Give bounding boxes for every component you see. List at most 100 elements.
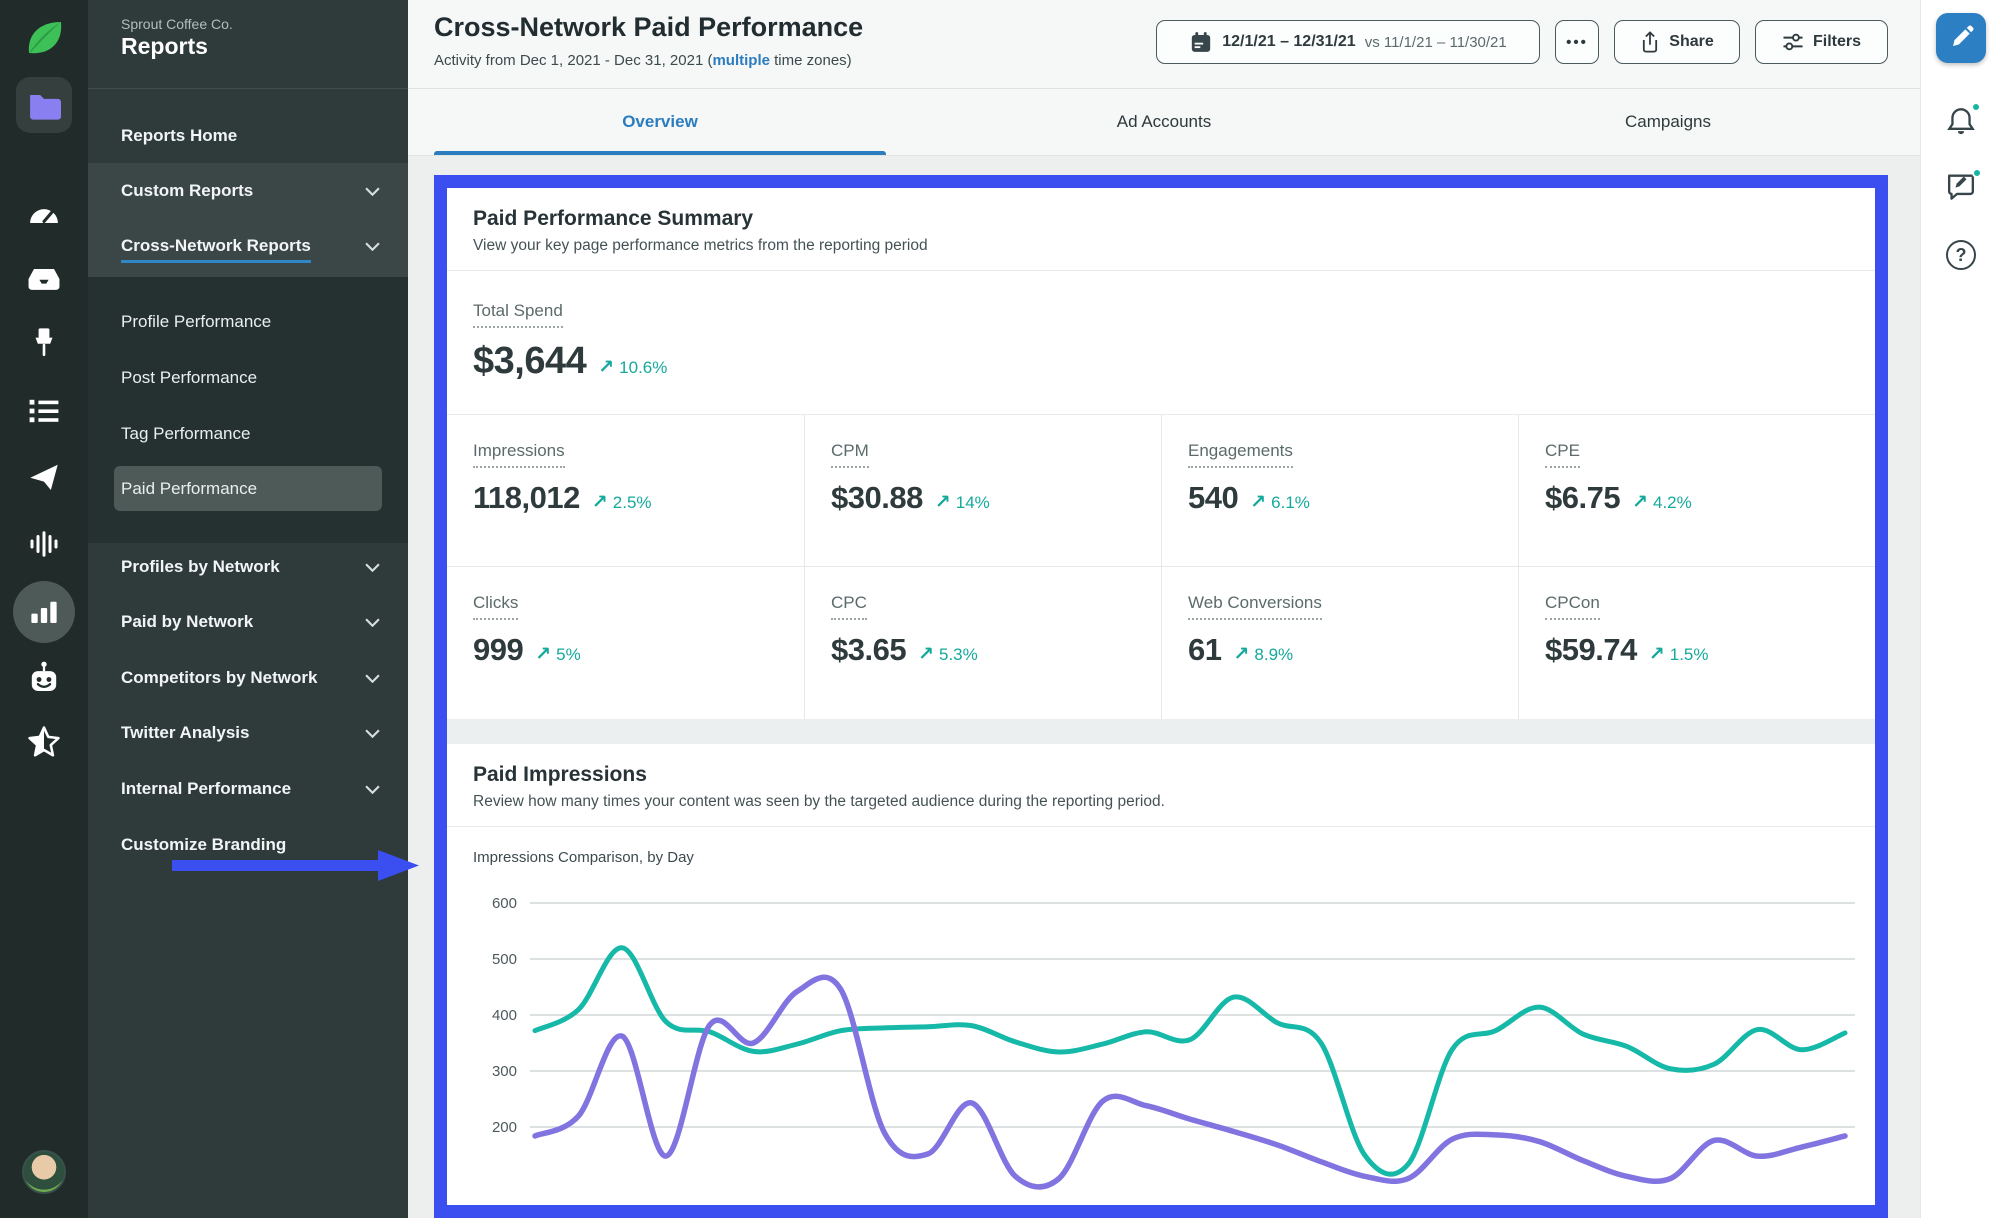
reports-nav-folder[interactable] [0, 76, 88, 134]
sidebar-item-profiles-by-network[interactable]: Profiles by Network [88, 541, 408, 593]
utility-rail: ? [1920, 0, 2000, 1218]
inbox-icon[interactable] [0, 262, 88, 296]
impressions-subtitle: Review how many times your content was s… [473, 793, 1849, 811]
total-spend-value: $3,644 [473, 340, 586, 383]
metric-cpe: CPE $6.75↗4.2% [1518, 415, 1875, 567]
svg-text:300: 300 [492, 1063, 517, 1080]
chart-line-series-purple [535, 977, 1845, 1187]
up-arrow-icon: ↗ [1233, 643, 1249, 666]
dashboard-gauge-icon[interactable] [0, 196, 88, 230]
chevron-down-icon [365, 187, 380, 196]
paid-impressions-card: Paid Impressions Review how many times y… [447, 744, 1875, 1218]
sidebar-item-twitter-analysis[interactable]: Twitter Analysis [88, 707, 408, 759]
tab-ad-accounts[interactable]: Ad Accounts [912, 89, 1416, 155]
svg-text:400: 400 [492, 1007, 517, 1024]
folder-icon [27, 88, 61, 122]
filters-button[interactable]: Filters [1755, 20, 1888, 64]
sidebar-item-reports-home[interactable]: Reports Home [88, 110, 408, 162]
date-range-primary: 12/1/21 – 12/31/21 [1222, 33, 1355, 51]
notification-dot [1971, 102, 1981, 112]
sidebar-item-paid-by-network[interactable]: Paid by Network [88, 596, 408, 648]
sidebar-item-profile-performance[interactable]: Profile Performance [88, 296, 408, 348]
main-content: Cross-Network Paid Performance Activity … [408, 0, 1920, 1218]
timezones-link[interactable]: multiple [712, 52, 770, 69]
card-gap [447, 719, 1875, 744]
sidebar-item-custom-reports[interactable]: Custom Reports [88, 165, 408, 217]
share-button[interactable]: Share [1614, 20, 1740, 64]
sidebar-item-tag-performance[interactable]: Tag Performance [88, 408, 408, 460]
sidebar-item-post-performance[interactable]: Post Performance [88, 352, 408, 404]
reports-active-nav[interactable] [0, 581, 88, 643]
announcements-icon [1946, 172, 1976, 200]
summary-subtitle: View your key page performance metrics f… [473, 237, 1849, 255]
page-header: Cross-Network Paid Performance Activity … [408, 0, 1920, 89]
tab-overview[interactable]: Overview [408, 89, 912, 155]
share-icon [1640, 31, 1660, 53]
compose-button[interactable] [1936, 13, 1986, 63]
total-spend-delta: ↗10.6% [598, 356, 667, 379]
chevron-down-icon [365, 242, 380, 251]
question-mark-icon: ? [1946, 240, 1976, 270]
sprout-logo-icon[interactable] [0, 14, 88, 62]
user-avatar[interactable] [22, 1150, 66, 1194]
calendar-icon [1189, 30, 1213, 54]
sidebar-title: Reports [121, 33, 208, 60]
compose-pencil-icon [1948, 25, 1974, 51]
svg-text:500: 500 [492, 951, 517, 968]
up-arrow-icon: ↗ [592, 491, 608, 514]
metrics-grid: Impressions 118,012↗2.5% CPM $30.88↗14% … [447, 415, 1875, 719]
page-subtitle: Activity from Dec 1, 2021 - Dec 31, 2021… [434, 52, 852, 69]
chevron-down-icon [365, 674, 380, 683]
bot-icon[interactable] [0, 658, 88, 698]
chart-title: Impressions Comparison, by Day [447, 827, 1875, 866]
up-arrow-icon: ↗ [1632, 491, 1648, 514]
account-name: Sprout Coffee Co. [121, 16, 233, 32]
chevron-down-icon [365, 785, 380, 794]
impressions-title: Paid Impressions [473, 763, 1849, 787]
up-arrow-icon: ↗ [535, 643, 551, 666]
svg-text:600: 600 [492, 895, 517, 912]
sidebar-divider [88, 88, 408, 89]
chevron-down-icon [365, 729, 380, 738]
help-button[interactable]: ? [1921, 240, 2000, 270]
chevron-down-icon [365, 563, 380, 572]
sidebar-item-internal-performance[interactable]: Internal Performance [88, 763, 408, 815]
tab-campaigns[interactable]: Campaigns [1416, 89, 1920, 155]
metric-cpc: CPC $3.65↗5.3% [804, 567, 1161, 719]
date-range-compare: vs 11/1/21 – 11/30/21 [1365, 34, 1507, 51]
summary-title: Paid Performance Summary [473, 207, 1849, 231]
page-title: Cross-Network Paid Performance [434, 12, 863, 43]
svg-text:200: 200 [492, 1119, 517, 1136]
metric-cpm: CPM $30.88↗14% [804, 415, 1161, 567]
bar-chart-icon [29, 599, 59, 625]
report-canvas: Paid Performance Summary View your key p… [408, 156, 1920, 1218]
up-arrow-icon: ↗ [1649, 643, 1665, 666]
listening-waveform-icon[interactable] [0, 527, 88, 561]
sidebar-item-competitors-by-network[interactable]: Competitors by Network [88, 652, 408, 704]
chevron-down-icon [365, 618, 380, 627]
more-actions-button[interactable]: ••• [1555, 20, 1599, 64]
total-spend-label[interactable]: Total Spend [473, 301, 563, 328]
chart-line-series-teal [535, 948, 1845, 1174]
pin-icon[interactable] [0, 326, 88, 360]
paper-plane-icon[interactable] [0, 460, 88, 494]
date-range-button[interactable]: 12/1/21 – 12/31/21 vs 11/1/21 – 11/30/21 [1156, 20, 1540, 64]
metric-engagements: Engagements 540↗6.1% [1161, 415, 1518, 567]
annotation-arrow [172, 847, 420, 889]
up-arrow-icon: ↗ [918, 643, 934, 666]
star-icon[interactable] [0, 722, 88, 762]
filters-sliders-icon [1782, 31, 1804, 53]
ellipsis-icon: ••• [1566, 34, 1588, 51]
total-spend-block: Total Spend $3,644 ↗10.6% [447, 271, 1875, 415]
paid-performance-summary-card: Paid Performance Summary View your key p… [447, 188, 1875, 719]
impressions-chart[interactable]: 600 500 400 300 200 [447, 874, 1875, 1218]
announcements-button[interactable] [1921, 172, 2000, 205]
up-arrow-icon: ↗ [598, 356, 614, 379]
annotation-highlight-frame: Paid Performance Summary View your key p… [434, 175, 1888, 1218]
sidebar-item-paid-performance[interactable]: Paid Performance [88, 463, 408, 515]
up-arrow-icon: ↗ [935, 491, 951, 514]
list-icon[interactable] [0, 394, 88, 428]
notification-dot [1972, 168, 1982, 178]
sidebar-item-cross-network-reports[interactable]: Cross-Network Reports [88, 220, 408, 272]
notifications-bell[interactable] [1921, 106, 2000, 141]
